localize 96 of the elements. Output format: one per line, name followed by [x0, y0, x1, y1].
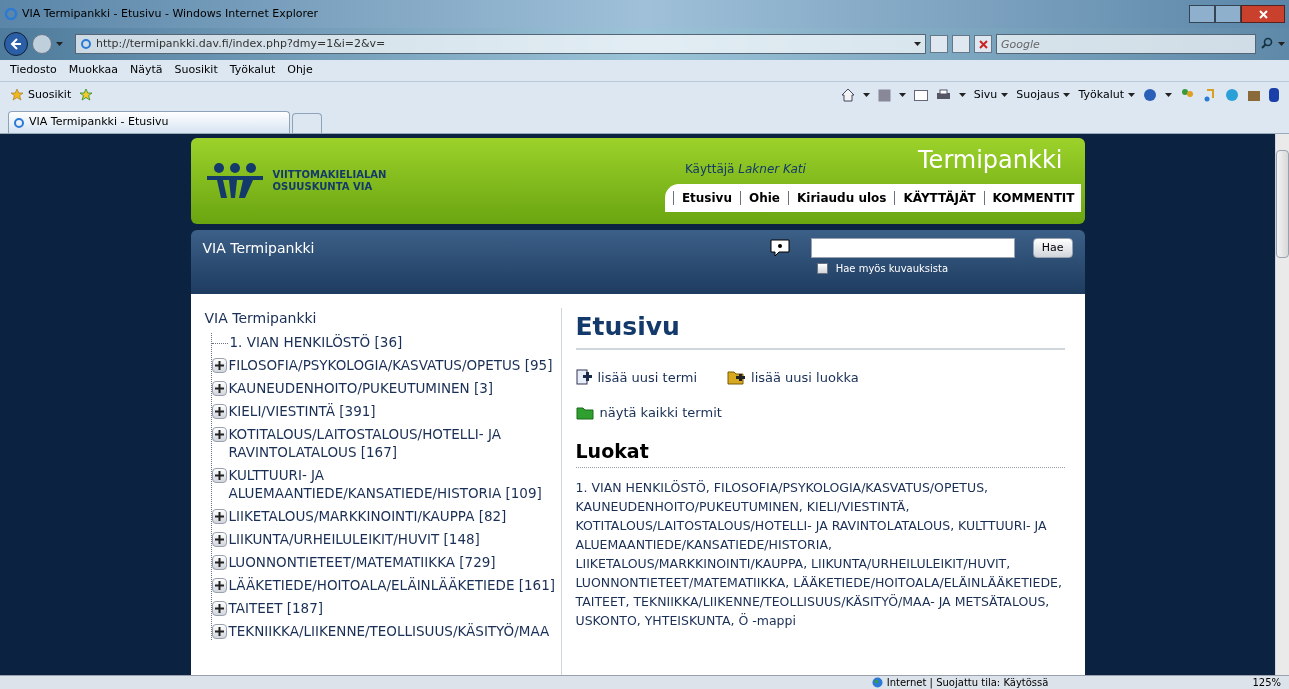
close-icon	[1258, 9, 1268, 19]
caret-icon	[1063, 93, 1071, 97]
toolbar-menu-button[interactable]: Työkalut	[1078, 86, 1135, 104]
menu-item[interactable]: Muokkaa	[68, 62, 118, 79]
checkbox[interactable]	[816, 263, 828, 274]
action-link[interactable]: lisää uusi termi	[575, 367, 698, 387]
caret-icon	[1165, 93, 1172, 97]
printer-icon[interactable]	[935, 88, 951, 102]
section-heading: Luokat	[575, 436, 1065, 468]
menu-item[interactable]: Suosikit	[174, 62, 218, 79]
favorites-button[interactable]: Suosikit	[10, 86, 72, 104]
toolbar-menu-button[interactable]: Suojaus	[1016, 86, 1071, 104]
caret-icon	[1278, 42, 1285, 46]
tree-item[interactable]: LUONNONTIETEET/MATEMATIIKKA [729]	[228, 553, 496, 571]
expand-icon[interactable]	[211, 358, 227, 373]
caret-icon	[56, 42, 63, 46]
expand-icon[interactable]	[211, 427, 227, 442]
nav-link[interactable]: KÄYTTÄJÄT	[903, 189, 976, 207]
logo-text: OSUUSKUNTA VIA	[272, 181, 374, 193]
folder-plus-icon	[727, 369, 746, 385]
mail-icon[interactable]	[913, 89, 928, 101]
action-link[interactable]: lisää uusi luokka	[727, 367, 859, 387]
menu-item[interactable]: Tiedosto	[10, 62, 57, 79]
maximize-button[interactable]	[1215, 5, 1241, 23]
caret-icon	[958, 93, 966, 97]
search-input[interactable]	[810, 238, 1015, 258]
globe-icon	[871, 677, 883, 688]
stop-icon	[978, 39, 988, 49]
tree-item[interactable]: LIIKETALOUS/MARKKINOINTI/KAUPPA [82]	[228, 507, 507, 525]
expand-icon[interactable]	[211, 601, 227, 616]
checkbox-label: Hae myös kuvauksista	[835, 262, 949, 276]
nav-link[interactable]: Kiriaudu ulos	[797, 189, 887, 207]
tree-item[interactable]: 1. VIAN HENKILÖSTÖ [36]	[229, 333, 403, 351]
zoom-level[interactable]: 125%	[1252, 677, 1281, 688]
document-plus-icon	[575, 369, 592, 386]
security-zone: Internet | Suojattu tila: Käytössä	[886, 677, 1049, 688]
site-title: Termipankki	[918, 145, 1063, 176]
nav-link[interactable]: KOMMENTIT	[992, 189, 1075, 207]
home-icon[interactable]	[840, 88, 855, 102]
help-bubble-icon[interactable]	[768, 239, 791, 257]
tree-item[interactable]: LÄÄKETIEDE/HOITOALA/ELÄINLÄÄKETIEDE [161]	[228, 576, 556, 594]
search-field[interactable]: Google	[996, 34, 1256, 54]
tree-item[interactable]: TEKNIIKKA/LIIKENNE/TEOLLISUUS/KÄSITYÖ/MAA	[228, 622, 550, 640]
expand-icon[interactable]	[211, 532, 227, 547]
compatibility-button[interactable]	[930, 35, 948, 53]
tree-item[interactable]: KIELI/VIESTINTÄ [391]	[228, 402, 376, 420]
menu-item[interactable]: Työkalut	[229, 62, 276, 79]
expand-icon[interactable]	[211, 555, 227, 570]
caret-icon	[862, 93, 870, 97]
star-icon	[10, 88, 24, 102]
nav-link[interactable]: Etusivu	[681, 189, 732, 207]
tree-item[interactable]: KULTTUURI- JA ALUEMAANTIEDE/KANSATIEDE/HISTORIA [109]	[228, 466, 557, 502]
back-button[interactable]	[4, 32, 28, 56]
toolbar-menu-button[interactable]: Sivu	[973, 86, 1009, 104]
expand-icon[interactable]	[211, 578, 227, 593]
stop-button[interactable]	[974, 35, 992, 53]
tree-item[interactable]: KAUNEUDENHOITO/PUKEUTUMINEN [3]	[228, 379, 494, 397]
panel-title: VIA Termipankki	[202, 239, 315, 258]
search-button[interactable]: Hae	[1032, 238, 1073, 258]
expand-icon[interactable]	[211, 404, 227, 419]
nav-link[interactable]: Ohie	[749, 189, 780, 207]
tree-title: VIA Termipankki	[204, 309, 318, 328]
caret-icon	[1001, 93, 1009, 97]
page-heading: Etusivu	[575, 308, 1065, 350]
back-arrow-icon	[10, 38, 22, 50]
browser-tab[interactable]: VIA Termipankki - Etusivu	[8, 111, 290, 133]
refresh-button[interactable]	[952, 35, 970, 53]
logo-icon	[204, 162, 265, 200]
tree-item[interactable]: TAITEET [187]	[228, 599, 324, 617]
browser-icon	[13, 116, 25, 129]
tree-item[interactable]: FILOSOFIA/PSYKOLOGIA/KASVATUS/OPETUS [95]	[228, 356, 553, 374]
minimize-button[interactable]	[1189, 5, 1215, 23]
address-field[interactable]: http://termipankki.dav.fi/index.php?dmy=1&i=2&v=	[75, 34, 926, 54]
scrollbar[interactable]	[1275, 134, 1289, 675]
close-button[interactable]	[1241, 5, 1285, 23]
logo-text: VIITTOMAKIELIALAN	[272, 169, 387, 181]
expand-icon[interactable]	[211, 624, 227, 639]
caret-icon	[1128, 93, 1135, 97]
expand-icon[interactable]	[211, 468, 227, 483]
expand-icon[interactable]	[211, 381, 227, 396]
search-icon[interactable]	[1260, 37, 1274, 51]
menu-item[interactable]: Näytä	[129, 62, 163, 79]
browser-icon	[4, 7, 18, 21]
page-icon	[80, 38, 92, 50]
tree-item[interactable]: LIIKUNTA/URHEILULEIKIT/HUVIT [148]	[228, 530, 480, 548]
caret-icon	[898, 93, 906, 97]
expand-icon[interactable]	[211, 509, 227, 524]
menu-item[interactable]: Ohje	[287, 62, 313, 79]
categories-text: 1. VIAN HENKILÖSTÖ, FILOSOFIA/PSYKOLOGIA/KASVATUS/OPETUS, KAUNEUDENHOITO/PUKEUTUMINEN, KIELI/VIESTINTÄ, KOTITALOUS/LAITOSTALOUS/HOTELLI- JA RAVINTOLATALOUS, KULTTUURI- JA ALUEMAANTIEDE/KANSATIEDE/HISTORIA, LIIKETALOUS/MARKKINOINTI/KAUPPA, LIIKUNTA/URHEILULEIKIT/HUVIT, LUONNONTIETEET/MATEMATIIKKA, LÄÄKETIEDE/HOITOALA/ELÄINLÄÄKETIEDE, TAITEET, TEKNIIKKA/LIIKENNE/TEOLLISUUS/KÄSITYÖ/MAA- JA METSÄTALOUS, USKONTO, YHTEISKUNTA, Ö -mappi	[575, 479, 1063, 630]
forward-button[interactable]	[32, 34, 52, 54]
caret-icon	[914, 42, 921, 46]
action-link[interactable]: näytä kaikki termit	[575, 403, 722, 423]
tree-item[interactable]: KOTITALOUS/LAITOSTALOUS/HOTELLI- JA RAVINTOLATALOUS [167]	[228, 425, 557, 461]
user-label: Käyttäjä Lakner Kati	[684, 161, 806, 178]
folder-icon	[575, 405, 594, 420]
window-title: VIA Termipankki - Etusivu - Windows Internet Explorer	[22, 5, 318, 22]
